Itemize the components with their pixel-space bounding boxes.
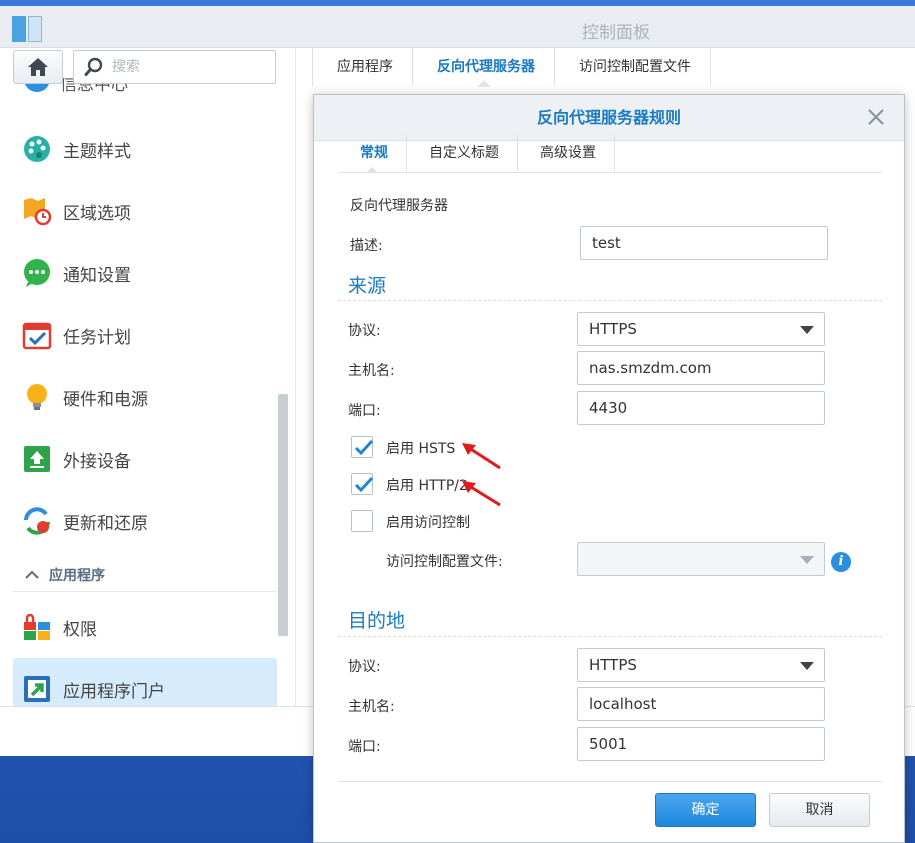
source-hostname-label: 主机名: xyxy=(348,363,395,379)
destination-port-label: 端口: xyxy=(348,739,381,755)
section-divider xyxy=(338,300,882,301)
destination-port-field[interactable] xyxy=(577,727,825,761)
annotation-arrow xyxy=(462,443,501,470)
main-tabs: 应用程序 反向代理服务器 访问控制配置文件 xyxy=(312,48,711,87)
sidebar-item-region[interactable]: 区域选项 xyxy=(13,180,277,242)
source-protocol-select[interactable]: HTTPS xyxy=(577,312,825,346)
selected-value: HTTPS xyxy=(589,320,637,338)
chevron-up-icon xyxy=(25,570,39,579)
enable-http2-checkbox[interactable] xyxy=(351,473,374,495)
sidebar-item-label: 外接设备 xyxy=(63,451,131,472)
calendar-check-icon xyxy=(22,320,52,350)
tab-access-control-profiles[interactable]: 访问控制配置文件 xyxy=(555,48,711,86)
window-titlebar: 控制面板 xyxy=(0,6,915,48)
caret-down-icon xyxy=(800,556,814,564)
access-profile-select[interactable] xyxy=(577,542,825,576)
dialog-title: 反向代理服务器规则 xyxy=(536,108,681,127)
tab-advanced-settings[interactable]: 高级设置 xyxy=(518,135,615,171)
sidebar-nav-list: 主题样式 区域选项 通知设置 任务计划 硬件和电源 外接设备 更新和还原 xyxy=(13,118,277,552)
enable-hsts-label: 启用 HSTS xyxy=(386,441,456,457)
section-title: 应用程序 xyxy=(49,567,105,584)
tab-general[interactable]: 常规 xyxy=(338,135,407,173)
destination-hostname-field[interactable] xyxy=(577,687,825,721)
sidebar-item-task-scheduler[interactable]: 任务计划 xyxy=(13,304,277,366)
section-divider xyxy=(338,636,882,637)
tab-custom-headers[interactable]: 自定义标题 xyxy=(407,135,518,171)
caret-down-icon xyxy=(800,326,814,334)
reverse-proxy-rule-dialog: 反向代理服务器规则 常规 自定义标题 高级设置 反向代理服务器 描述: 来源 协… xyxy=(313,94,905,843)
sidebar-item-permissions[interactable]: 权限 xyxy=(13,596,277,658)
dialog-tabs: 常规 自定义标题 高级设置 xyxy=(338,135,882,173)
sidebar: 信息中心 主题样式 区 xyxy=(0,48,296,716)
upload-box-icon xyxy=(22,444,52,474)
sidebar-item-update-restore[interactable]: 更新和还原 xyxy=(13,490,277,552)
palette-icon xyxy=(22,134,52,164)
chat-bubble-icon xyxy=(22,258,52,288)
destination-hostname-input[interactable] xyxy=(589,688,824,720)
sidebar-item-label: 硬件和电源 xyxy=(63,389,148,410)
source-port-input[interactable] xyxy=(589,392,824,424)
enable-hsts-checkbox[interactable] xyxy=(351,436,374,458)
sidebar-item-label: 权限 xyxy=(63,619,97,640)
window-title: 控制面板 xyxy=(582,23,650,43)
description-field[interactable] xyxy=(580,226,828,260)
tab-reverse-proxy[interactable]: 反向代理服务器 xyxy=(413,48,555,87)
checkmark-icon xyxy=(354,439,374,456)
destination-protocol-label: 协议: xyxy=(348,659,381,675)
close-icon[interactable] xyxy=(866,107,886,127)
source-hostname-field[interactable] xyxy=(577,351,825,385)
sidebar-item-label: 任务计划 xyxy=(63,327,131,348)
control-panel-app-icon xyxy=(12,16,44,42)
source-protocol-label: 协议: xyxy=(348,323,381,339)
sidebar-item-notification[interactable]: 通知设置 xyxy=(13,242,277,304)
sidebar-item-label: 区域选项 xyxy=(63,203,131,224)
sidebar-item-label: 更新和还原 xyxy=(63,513,148,534)
background-list-edge xyxy=(904,156,915,264)
portal-arrow-icon xyxy=(22,674,52,704)
search-box[interactable] xyxy=(73,50,276,84)
region-clock-icon xyxy=(22,196,52,226)
destination-heading: 目的地 xyxy=(348,610,406,632)
refresh-icon xyxy=(22,506,52,536)
caret-down-icon xyxy=(800,662,814,670)
search-input[interactable] xyxy=(112,59,252,75)
cancel-button[interactable]: 取消 xyxy=(769,793,870,827)
sidebar-item-label: 应用程序门户 xyxy=(63,681,165,702)
selected-value: HTTPS xyxy=(589,656,637,674)
sidebar-scrollbar[interactable] xyxy=(278,394,288,636)
annotation-arrow xyxy=(462,481,501,507)
search-icon xyxy=(84,57,103,76)
sidebar-item-theme[interactable]: 主题样式 xyxy=(13,118,277,180)
source-hostname-input[interactable] xyxy=(589,352,824,384)
home-button[interactable] xyxy=(13,50,63,84)
sidebar-section-list: 权限 应用程序门户 xyxy=(13,596,277,716)
sidebar-item-label: 主题样式 xyxy=(63,141,131,162)
checkmark-icon xyxy=(354,476,374,493)
source-port-field[interactable] xyxy=(577,391,825,425)
sidebar-item-label: 通知设置 xyxy=(63,265,131,286)
sidebar-section-applications[interactable]: 应用程序 xyxy=(13,558,277,592)
access-profile-label: 访问控制配置文件: xyxy=(386,554,503,570)
confirm-button[interactable]: 确定 xyxy=(655,793,756,827)
destination-protocol-select[interactable]: HTTPS xyxy=(577,648,825,682)
description-label: 描述: xyxy=(350,238,383,254)
annotation-arrows xyxy=(462,443,501,507)
sidebar-item-external-devices[interactable]: 外接设备 xyxy=(13,428,277,490)
tab-applications[interactable]: 应用程序 xyxy=(312,48,413,86)
home-icon xyxy=(28,58,48,76)
enable-access-control-checkbox[interactable] xyxy=(351,510,373,532)
source-heading: 来源 xyxy=(348,275,387,297)
source-port-label: 端口: xyxy=(348,403,381,419)
destination-port-input[interactable] xyxy=(589,728,824,760)
sidebar-item-hardware-power[interactable]: 硬件和电源 xyxy=(13,366,277,428)
lightbulb-icon xyxy=(22,382,52,412)
group-label: 反向代理服务器 xyxy=(350,198,448,214)
destination-hostname-label: 主机名: xyxy=(348,699,395,715)
description-input[interactable] xyxy=(592,227,827,259)
footer-divider xyxy=(338,781,882,782)
lock-grid-icon xyxy=(22,612,52,642)
info-icon[interactable]: i xyxy=(831,552,851,572)
